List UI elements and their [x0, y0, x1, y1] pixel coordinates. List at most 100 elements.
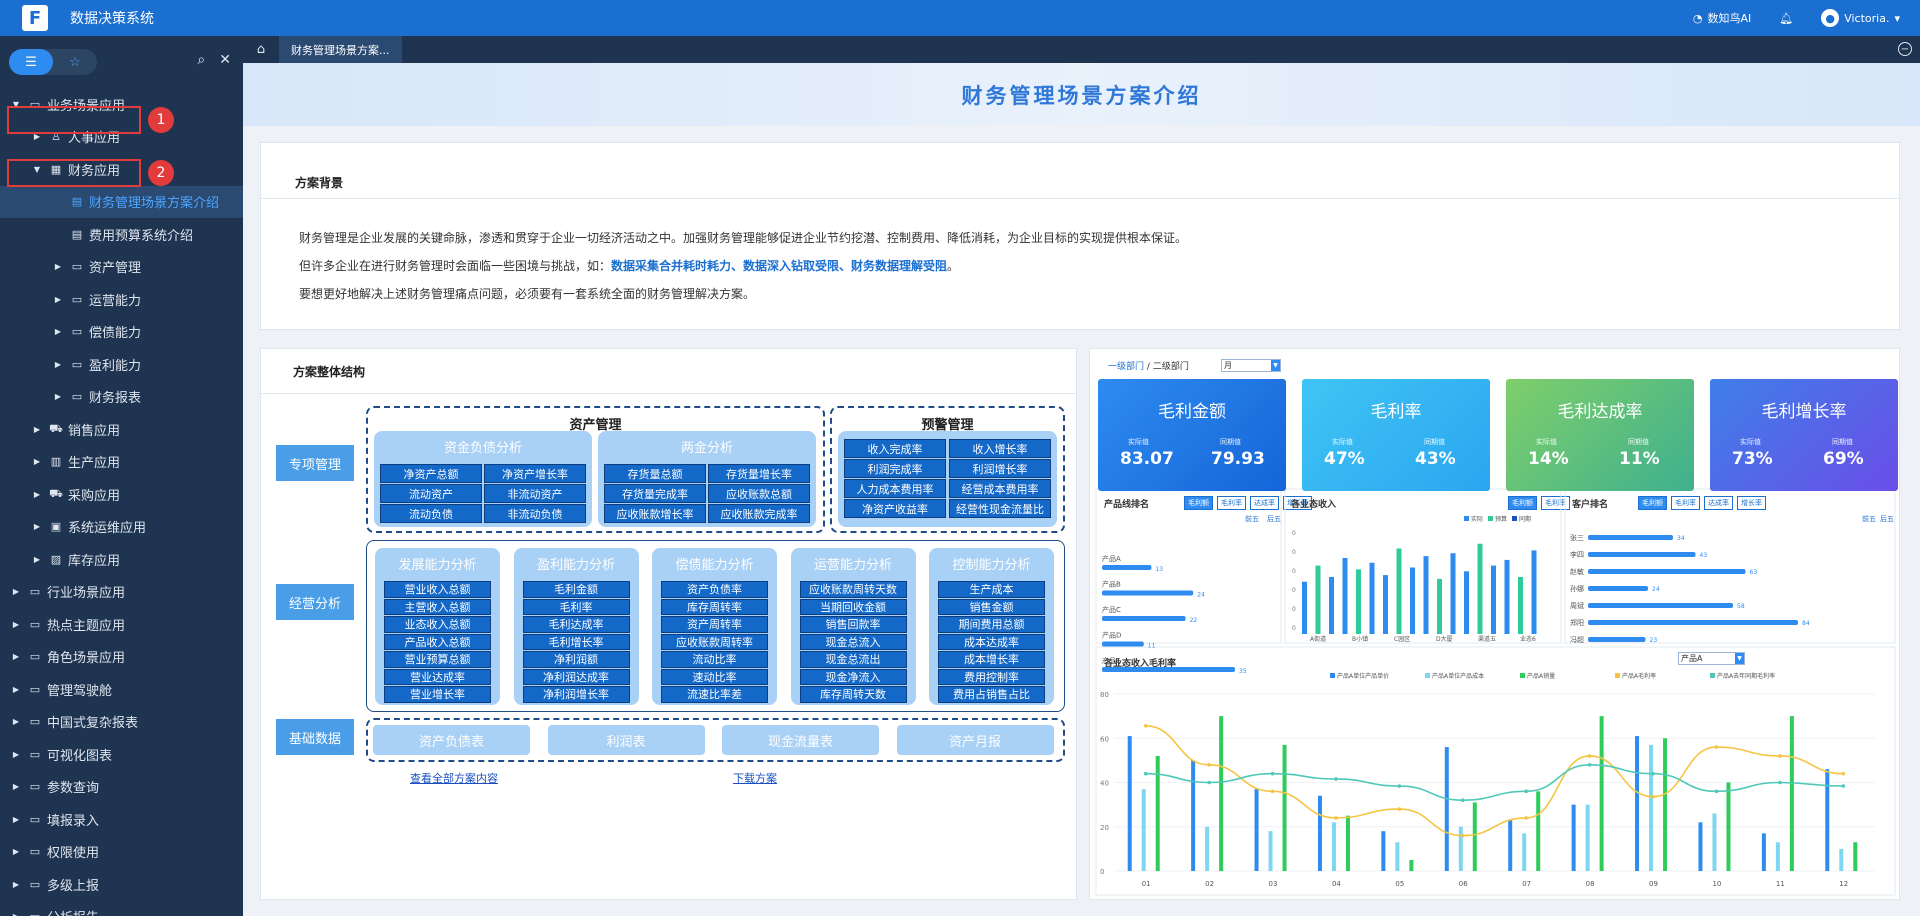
base-data-button[interactable]: 资产负债表	[373, 725, 530, 755]
product-select[interactable]: 产品A ▼	[1678, 652, 1745, 665]
ai-assistant-button[interactable]: ◔ 数知鸟AI	[1693, 10, 1751, 26]
caret-right-icon[interactable]: ▶	[31, 555, 43, 564]
chart-tab[interactable]: 毛利率	[1671, 496, 1700, 510]
unpin-icon[interactable]: ✕	[219, 52, 231, 68]
metric-cell[interactable]: 应收账款完成率	[708, 504, 810, 523]
metric-cell[interactable]: 流动比率	[661, 651, 768, 668]
metric-cell[interactable]: 经营性现金流量比	[949, 499, 1051, 518]
metric-cell[interactable]: 毛利率	[522, 598, 630, 615]
caret-right-icon[interactable]: ▶	[31, 457, 43, 466]
chart-tab[interactable]: 毛利额	[1184, 496, 1213, 510]
sidebar-item[interactable]: ▶ ▭ 管理驾驶舱	[0, 673, 243, 706]
metric-cell[interactable]: 非流动负债	[484, 504, 586, 523]
sidebar-item[interactable]: ▶ ▭ 权限使用	[0, 836, 243, 869]
metric-cell[interactable]: 成本达成率	[938, 633, 1045, 650]
metric-cell[interactable]: 应收账款增长率	[604, 504, 706, 523]
caret-right-icon[interactable]: ▶	[10, 815, 22, 824]
metric-cell[interactable]: 产品收入总额	[384, 633, 491, 650]
sidebar-item[interactable]: ▶ ▭ 资产管理	[0, 251, 243, 284]
metric-cell[interactable]: 销售回款率	[799, 616, 907, 633]
sidebar-item[interactable]: ▤ 财务管理场景方案介绍	[0, 185, 243, 218]
tab-menu-icon[interactable]: −	[1898, 42, 1912, 56]
metric-cell[interactable]: 库存周转率	[661, 598, 768, 615]
tab-active[interactable]: 财务管理场景方案...	[279, 36, 402, 63]
caret-right-icon[interactable]: ▶	[10, 912, 22, 916]
sidebar-item[interactable]: ▶ ▭ 热点主题应用	[0, 608, 243, 641]
metric-cell[interactable]: 利润增长率	[949, 459, 1051, 478]
sidebar-item[interactable]: ▶ ▥ 生产应用	[0, 446, 243, 479]
caret-right-icon[interactable]: ▶	[10, 685, 22, 694]
sidebar-item[interactable]: ▶ ▭ 参数查询	[0, 771, 243, 804]
chart-tab[interactable]: 毛利率	[1541, 496, 1570, 510]
download-link[interactable]: 下载方案	[733, 770, 777, 786]
metric-cell[interactable]: 存货量完成率	[604, 484, 706, 503]
caret-right-icon[interactable]: ▶	[52, 295, 64, 304]
metric-cell[interactable]: 毛利增长率	[522, 633, 630, 650]
metric-cell[interactable]: 非流动资产	[484, 484, 586, 503]
sidebar-item[interactable]: ▶ ▭ 行业场景应用	[0, 576, 243, 609]
metric-cell[interactable]: 经营成本费用率	[949, 479, 1051, 498]
app-logo[interactable]: F	[22, 5, 48, 31]
caret-right-icon[interactable]: ▶	[10, 782, 22, 791]
metric-cell[interactable]: 资产负债率	[661, 581, 768, 598]
metric-cell[interactable]: 当期回收金额	[799, 598, 907, 615]
metric-cell[interactable]: 营业达成率	[384, 668, 491, 685]
metric-cell[interactable]: 毛利达成率	[522, 616, 630, 633]
user-menu[interactable]: ● Victoria. ▾	[1821, 9, 1900, 27]
metric-cell[interactable]: 净资产收益率	[844, 499, 946, 518]
metric-cell[interactable]: 存货量总额	[604, 464, 706, 483]
sidebar-item[interactable]: ▶ ⛟ 销售应用	[0, 413, 243, 446]
metric-cell[interactable]: 营业预算总额	[384, 651, 491, 668]
sidebar-item[interactable]: ▶ ▭ 财务报表	[0, 381, 243, 414]
metric-cell[interactable]: 应收账款总额	[708, 484, 810, 503]
metric-cell[interactable]: 速动比率	[661, 668, 768, 685]
caret-right-icon[interactable]: ▶	[31, 490, 43, 499]
metric-cell[interactable]: 收入完成率	[844, 439, 946, 458]
metric-cell[interactable]: 应收账款周转天数	[799, 581, 907, 598]
sidebar-item[interactable]: ▶ ▭ 盈利能力	[0, 348, 243, 381]
metric-cell[interactable]: 流动负债	[380, 504, 482, 523]
caret-right-icon[interactable]: ▶	[10, 652, 22, 661]
metric-cell[interactable]: 成本增长率	[938, 651, 1045, 668]
metric-cell[interactable]: 净资产增长率	[484, 464, 586, 483]
metric-cell[interactable]: 净利润额	[522, 651, 630, 668]
caret-right-icon[interactable]: ▶	[31, 522, 43, 531]
sidebar-item[interactable]: ▶ ▣ 系统运维应用	[0, 511, 243, 544]
chart-tab[interactable]: 毛利额	[1638, 496, 1667, 510]
metric-cell[interactable]: 流动资产	[380, 484, 482, 503]
caret-right-icon[interactable]: ▶	[52, 360, 64, 369]
view-all-link[interactable]: 查看全部方案内容	[410, 770, 498, 786]
base-data-button[interactable]: 资产月报	[896, 725, 1054, 755]
sidebar-item[interactable]: ▤ 费用预算系统介绍	[0, 218, 243, 251]
chart-tab[interactable]: 毛利率	[1217, 496, 1246, 510]
metric-cell[interactable]: 净利润增长率	[522, 686, 630, 703]
sidebar-item[interactable]: ▶ ▭ 运营能力	[0, 283, 243, 316]
metric-cell[interactable]: 净利润达成率	[522, 668, 630, 685]
chart-tab[interactable]: 毛利额	[1508, 496, 1537, 510]
caret-right-icon[interactable]: ▶	[52, 262, 64, 271]
caret-right-icon[interactable]: ▶	[10, 620, 22, 629]
star-icon[interactable]: ☆	[53, 49, 97, 75]
sidebar-item[interactable]: ▶ ▭ 中国式复杂报表	[0, 706, 243, 739]
metric-cell[interactable]: 营业收入总额	[384, 581, 491, 598]
period-select[interactable]: 月 ▼	[1221, 359, 1281, 372]
metric-cell[interactable]: 现金净流入	[799, 668, 907, 685]
sidebar-item[interactable]: ▶ ▭ 多级上报	[0, 868, 243, 901]
metric-cell[interactable]: 生产成本	[938, 581, 1045, 598]
metric-cell[interactable]: 流速比率差	[661, 686, 768, 703]
base-data-button[interactable]: 利润表	[547, 725, 705, 755]
breadcrumb-item-2[interactable]: 二级部门	[1153, 362, 1189, 372]
metric-cell[interactable]: 人力成本费用率	[844, 479, 946, 498]
sidebar-item[interactable]: ▶ ▭ 分析报告	[0, 901, 243, 916]
sidebar-item[interactable]: ▶ ▭ 角色场景应用	[0, 641, 243, 674]
breadcrumb-item-1[interactable]: 一级部门	[1108, 362, 1144, 372]
base-data-button[interactable]: 现金流量表	[722, 725, 879, 755]
sidebar-item[interactable]: ▶ ▨ 库存应用	[0, 543, 243, 576]
metric-cell[interactable]: 净资产总额	[380, 464, 482, 483]
caret-right-icon[interactable]: ▶	[10, 587, 22, 596]
metric-cell[interactable]: 应收账款周转率	[661, 633, 768, 650]
caret-right-icon[interactable]: ▶	[10, 750, 22, 759]
list-icon[interactable]: ☰	[9, 49, 53, 75]
bell-icon[interactable]: 🔔︎	[1779, 12, 1793, 25]
metric-cell[interactable]: 毛利金额	[522, 581, 630, 598]
